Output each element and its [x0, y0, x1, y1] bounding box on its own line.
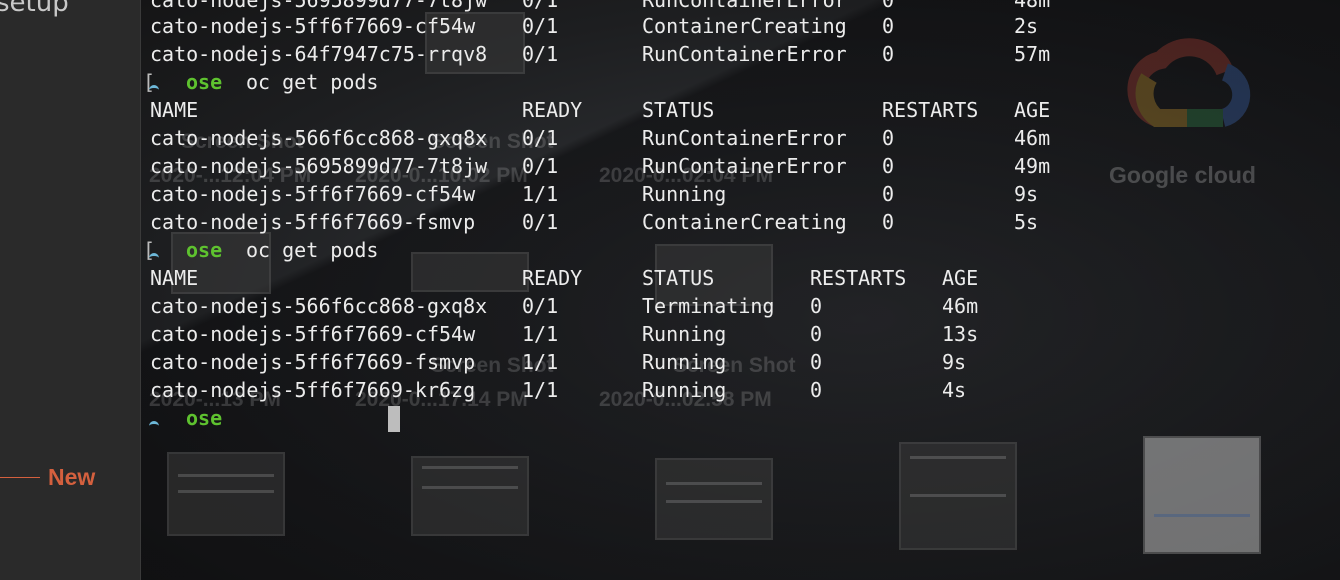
pod-restarts: 0 — [810, 350, 823, 374]
prompt-arrow-icon — [146, 404, 162, 432]
header-name: NAME — [150, 98, 199, 122]
header-name: NAME — [150, 266, 199, 290]
table-row: cato-nodejs-566f6cc868-gxq8x 0/1 Termina… — [150, 292, 978, 320]
pod-status: RunContainerError — [642, 42, 847, 66]
pod-status: RunContainerError — [642, 126, 847, 150]
prompt-arrow-icon — [146, 236, 162, 264]
header-restarts: RESTARTS — [810, 266, 907, 290]
app-sidebar: setup New — [0, 0, 141, 580]
pod-status: Running — [642, 378, 727, 402]
new-indicator-line — [0, 477, 40, 478]
pod-ready: 0/1 — [522, 210, 559, 234]
table-row: cato-nodejs-566f6cc868-gxq8x 0/1 RunCont… — [150, 124, 1050, 152]
pod-restarts: 0 — [882, 182, 895, 206]
pod-age: 13s — [942, 322, 979, 346]
pod-restarts: 0 — [810, 322, 823, 346]
header-restarts: RESTARTS — [882, 98, 979, 122]
pod-age: 5s — [1014, 210, 1039, 234]
prompt-arrow-icon — [146, 68, 162, 96]
pod-age: 9s — [1014, 182, 1039, 206]
pod-status: ContainerCreating — [642, 210, 847, 234]
pod-name: cato-nodejs-5ff6f7669-cf54w — [150, 322, 476, 346]
setup-label[interactable]: setup — [0, 0, 69, 18]
pod-age: 57m — [1014, 42, 1051, 66]
pod-name: cato-nodejs-5ff6f7669-cf54w — [150, 14, 476, 38]
table-header: NAME READY STATUS RESTARTS AGE — [150, 264, 978, 292]
pod-age: 46m — [942, 294, 979, 318]
pod-restarts: 0 — [810, 294, 823, 318]
header-age: AGE — [1014, 98, 1051, 122]
pod-name: cato-nodejs-5ff6f7669-cf54w — [150, 182, 476, 206]
pod-ready: 0/1 — [522, 126, 559, 150]
table-row: cato-nodejs-5ff6f7669-fsmvp 1/1 Running … — [150, 348, 966, 376]
pod-restarts: 0 — [882, 126, 895, 150]
pod-ready: 1/1 — [522, 378, 559, 402]
pod-restarts: 0 — [810, 378, 823, 402]
pod-ready: 0/1 — [522, 42, 559, 66]
text-cursor[interactable] — [388, 406, 400, 432]
pod-status: Running — [642, 322, 727, 346]
header-ready: READY — [522, 98, 583, 122]
prompt-name: ose — [186, 238, 223, 262]
header-status: STATUS — [642, 266, 715, 290]
pod-name: cato-nodejs-5ff6f7669-fsmvp — [150, 350, 476, 374]
pod-name: cato-nodejs-566f6cc868-gxq8x — [150, 294, 488, 318]
pod-ready: 1/1 — [522, 322, 559, 346]
header-age: AGE — [942, 266, 979, 290]
table-row: cato-nodejs-5ff6f7669-cf54w 0/1 Containe… — [150, 12, 1038, 40]
prompt-line[interactable]: ose — [149, 404, 223, 432]
pod-name: cato-nodejs-5ff6f7669-kr6zg — [150, 378, 476, 402]
table-row: cato-nodejs-5ff6f7669-cf54w 1/1 Running … — [150, 180, 1038, 208]
pod-status: Running — [642, 350, 727, 374]
table-row: cato-nodejs-5ff6f7669-fsmvp 0/1 Containe… — [150, 208, 1038, 236]
pod-ready: 0/1 — [522, 154, 559, 178]
terminal-window[interactable]: Screen Shot Screen Shot 2020-...12:04 PM… — [141, 0, 1340, 580]
pod-ready: 1/1 — [522, 182, 559, 206]
pod-ready: 0/1 — [522, 294, 559, 318]
pod-age: 9s — [942, 350, 967, 374]
pod-age: 46m — [1014, 126, 1051, 150]
header-status: STATUS — [642, 98, 715, 122]
pod-age: 2s — [1014, 14, 1039, 38]
pod-status: RunContainerError — [642, 154, 847, 178]
pod-ready: 1/1 — [522, 350, 559, 374]
header-ready: READY — [522, 266, 583, 290]
table-row: cato-nodejs-64f7947c75-rrqv8 0/1 RunCont… — [150, 40, 1050, 68]
pod-name: cato-nodejs-566f6cc868-gxq8x — [150, 126, 488, 150]
prompt-line: [ ose oc get pods — [143, 236, 378, 264]
prompt-line: [ ose oc get pods — [143, 68, 378, 96]
pod-name: cato-nodejs-64f7947c75-rrqv8 — [150, 42, 488, 66]
table-row: cato-nodejs-5695899d77-7t8jw 0/1 RunCont… — [150, 152, 1050, 180]
pod-restarts: 0 — [882, 14, 895, 38]
pod-age: 49m — [1014, 154, 1051, 178]
table-row: cato-nodejs-5ff6f7669-cf54w 1/1 Running … — [150, 320, 978, 348]
prompt-name: ose — [186, 70, 223, 94]
terminal-output: cato-nodejs-5695899d77-7t8jw 0/1 RunCont… — [141, 0, 1340, 580]
pod-ready: 0/1 — [522, 14, 559, 38]
pod-restarts: 0 — [882, 210, 895, 234]
pod-name: cato-nodejs-5ff6f7669-fsmvp — [150, 210, 476, 234]
table-row: cato-nodejs-5ff6f7669-kr6zg 1/1 Running … — [150, 376, 966, 404]
table-header: NAME READY STATUS RESTARTS AGE — [150, 96, 1050, 124]
pod-restarts: 0 — [882, 154, 895, 178]
pod-restarts: 0 — [882, 42, 895, 66]
prompt-name: ose — [186, 406, 223, 430]
command-text: oc get pods — [246, 238, 379, 262]
pod-status: Terminating — [642, 294, 775, 318]
pod-name: cato-nodejs-5695899d77-7t8jw — [150, 154, 488, 178]
pod-status: Running — [642, 182, 727, 206]
command-text: oc get pods — [246, 70, 379, 94]
pod-age: 4s — [942, 378, 967, 402]
new-marker-label: New — [48, 464, 96, 490]
pod-status: ContainerCreating — [642, 14, 847, 38]
